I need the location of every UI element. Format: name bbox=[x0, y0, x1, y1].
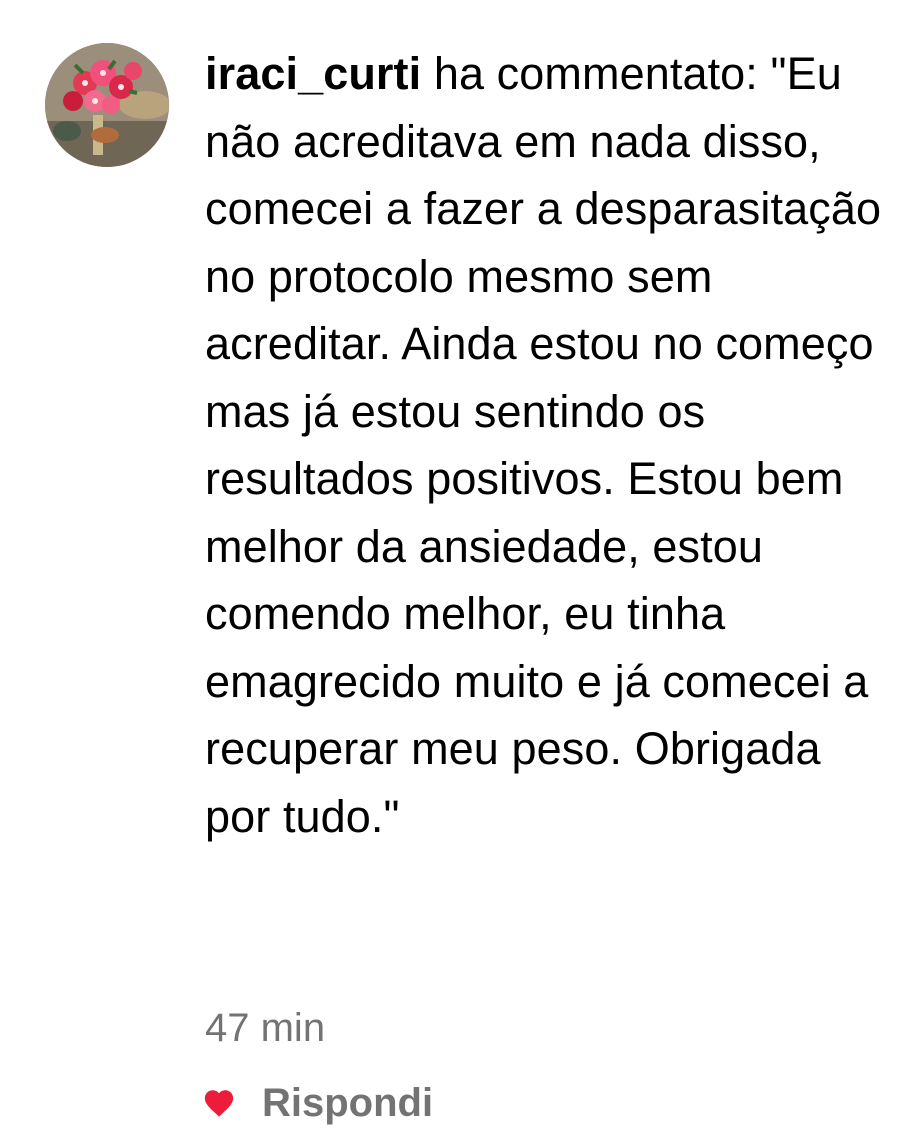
comment-actions: Rispondi bbox=[202, 1078, 433, 1128]
reply-button[interactable]: Rispondi bbox=[262, 1078, 433, 1128]
comment: iraci_curti ha commentato: "Eu não acred… bbox=[0, 0, 899, 1148]
username-link[interactable]: iraci_curti bbox=[205, 48, 421, 99]
comment-text: iraci_curti ha commentato: "Eu não acred… bbox=[205, 40, 885, 850]
heart-icon[interactable] bbox=[202, 1086, 236, 1120]
comment-timestamp: 47 min bbox=[205, 1006, 326, 1050]
avatar[interactable] bbox=[45, 43, 169, 167]
avatar-flower-image bbox=[45, 43, 169, 167]
comment-content: iraci_curti ha commentato: "Eu não acred… bbox=[205, 40, 885, 850]
comment-body: "Eu não acreditava em nada disso, comece… bbox=[205, 48, 882, 842]
comment-action-text: ha commentato: bbox=[433, 48, 758, 99]
